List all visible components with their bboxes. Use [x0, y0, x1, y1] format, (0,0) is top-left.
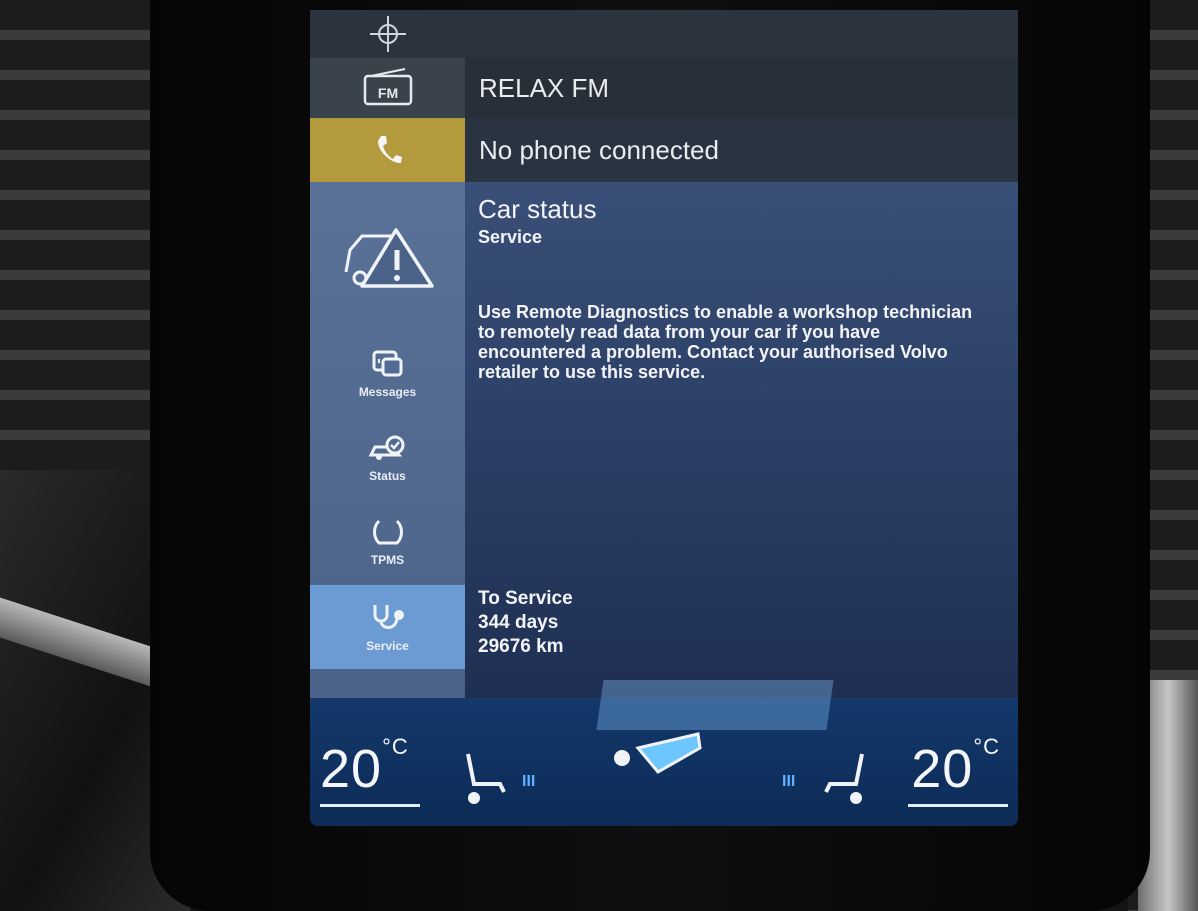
- phone-status: No phone connected: [479, 134, 719, 165]
- screen-glare: [596, 680, 834, 730]
- service-description: Use Remote Diagnostics to enable a works…: [478, 302, 973, 382]
- left-temperature[interactable]: 20°C: [320, 734, 409, 800]
- left-seat-heat-icon[interactable]: III: [460, 750, 550, 810]
- sidebar-item-label: Service: [366, 639, 409, 653]
- media-tile[interactable]: FM RELAX FM: [310, 58, 1018, 119]
- car-status-sidebar: Messages Status TPMS Service: [310, 182, 465, 698]
- left-temp-value: 20: [320, 739, 383, 799]
- sidebar-item-label: TPMS: [370, 553, 405, 567]
- right-seat-heat-level: III: [782, 773, 795, 790]
- sidebar-item-label: Messages: [358, 385, 417, 399]
- car-check-icon: [368, 435, 404, 460]
- right-temperature[interactable]: 20°C: [911, 734, 1000, 800]
- right-temp-unit: °C: [973, 734, 1000, 759]
- page-title: Car status: [478, 194, 597, 224]
- sidebar-item-messages[interactable]: Messages: [310, 332, 465, 416]
- service-summary: To Service 344 days 29676 km: [478, 587, 573, 659]
- messages-icon: [372, 350, 402, 377]
- air-distribution-icon[interactable]: [608, 726, 718, 796]
- car-warning-icon: [340, 222, 440, 297]
- media-source-label: RELAX FM: [479, 72, 610, 103]
- phone-tile[interactable]: No phone connected: [310, 118, 1018, 183]
- left-temp-unit: °C: [382, 734, 409, 759]
- right-fan-indicator: [908, 804, 1008, 807]
- fm-radio-icon: FM: [310, 58, 465, 118]
- sidebar-item-tpms[interactable]: TPMS: [310, 500, 465, 584]
- phone-icon: [310, 118, 465, 182]
- left-fan-indicator: [320, 804, 420, 807]
- tire-pressure-icon: [372, 519, 403, 545]
- stethoscope-icon: [373, 605, 404, 629]
- car-status-content: Car status Service Use Remote Diagnostic…: [478, 194, 998, 382]
- to-service-label: To Service: [478, 588, 573, 609]
- right-temp-value: 20: [911, 739, 974, 799]
- to-service-distance: 29676 km: [478, 636, 564, 657]
- car-status-panel: Messages Status TPMS Service Car status …: [310, 182, 1018, 698]
- sidebar-item-label: Status: [369, 469, 406, 483]
- page-subtitle: Service: [478, 227, 543, 247]
- navigation-compass-icon: [310, 10, 465, 58]
- to-service-days: 344 days: [478, 612, 559, 633]
- infotainment-screen: FM RELAX FM No phone connected Messages …: [310, 10, 1018, 826]
- fm-badge-text: FM: [377, 85, 397, 101]
- left-seat-heat-level: III: [522, 773, 535, 790]
- sidebar-item-service[interactable]: Service: [310, 585, 465, 669]
- right-seat-heat-icon[interactable]: III: [780, 750, 870, 810]
- navigation-tile[interactable]: [310, 10, 1018, 59]
- sidebar-item-status[interactable]: Status: [310, 416, 465, 500]
